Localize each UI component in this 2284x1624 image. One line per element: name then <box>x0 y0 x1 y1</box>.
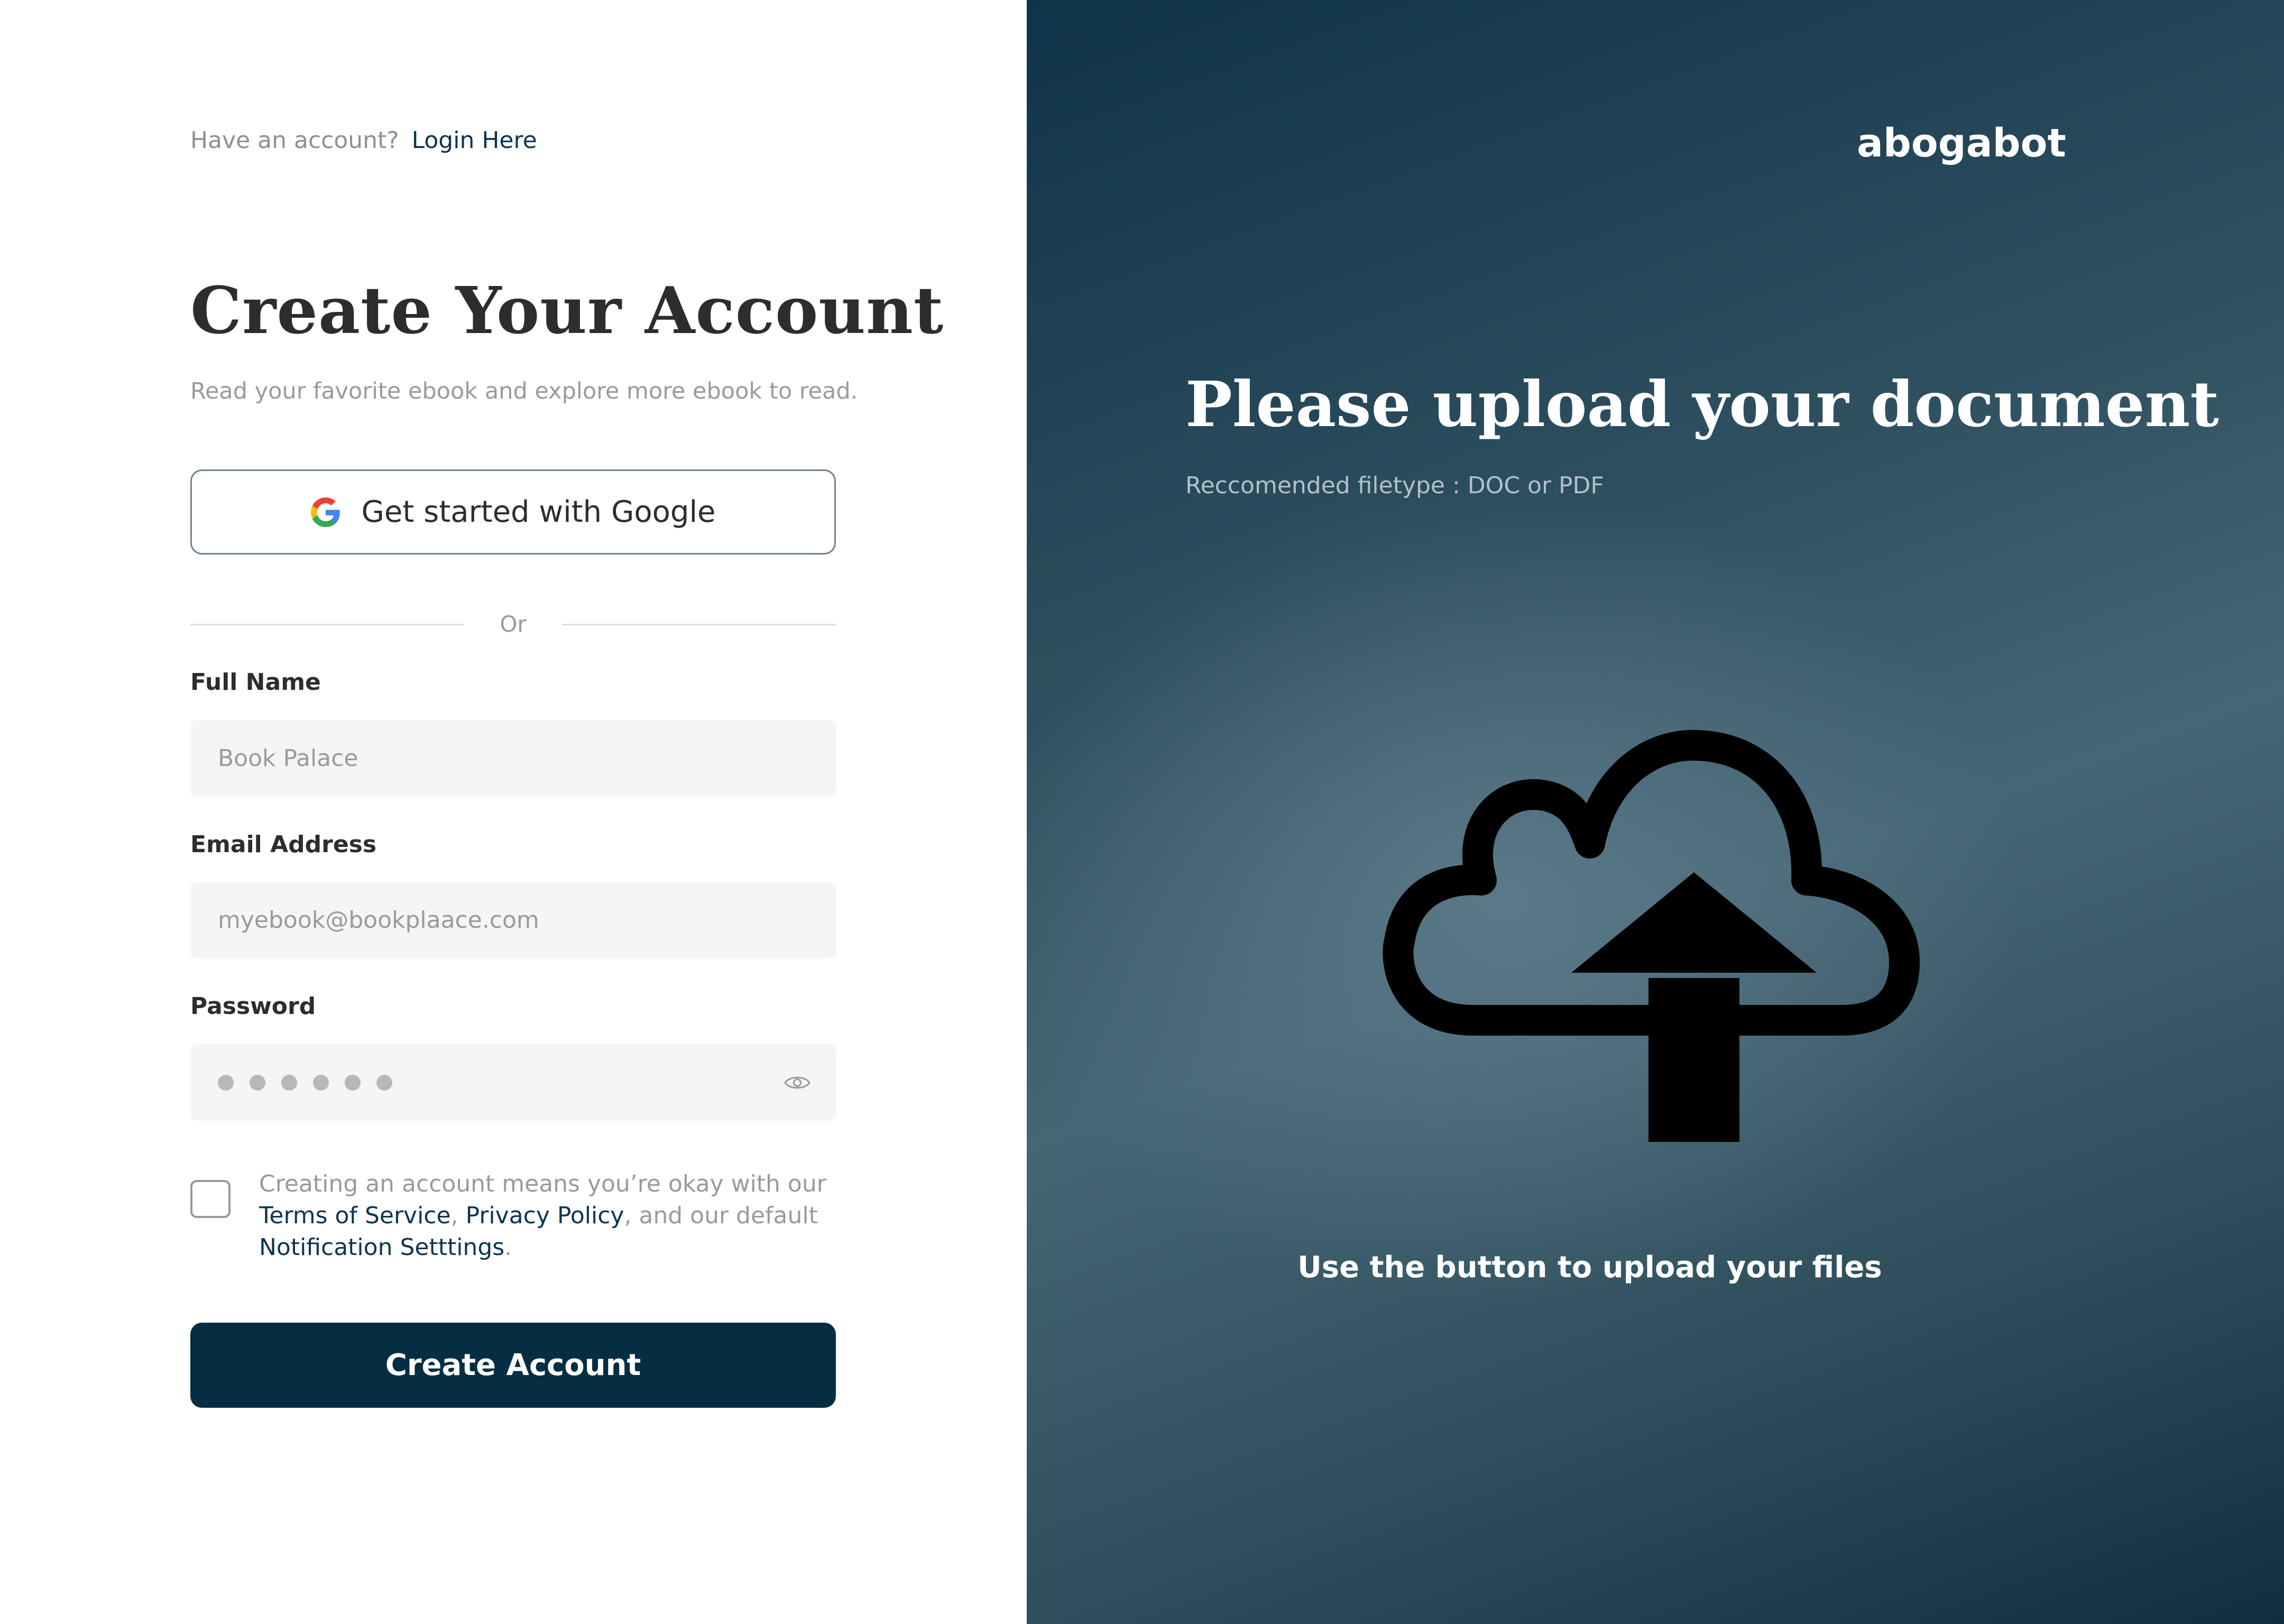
password-dot <box>376 1074 392 1091</box>
upload-title: Please upload your document <box>1185 367 2219 441</box>
filetype-note: Reccomended filetype : DOC or PDF <box>1185 472 1604 499</box>
google-icon <box>310 497 340 527</box>
divider-line-right <box>562 624 836 625</box>
terms-suffix: . <box>504 1234 512 1261</box>
login-link[interactable]: Login Here <box>412 127 537 154</box>
google-button-label: Get started with Google <box>361 495 716 529</box>
password-dot <box>218 1074 234 1091</box>
terms-prefix: Creating an account means you’re okay wi… <box>259 1170 826 1197</box>
password-dot <box>250 1074 265 1091</box>
full-name-label: Full Name <box>190 669 321 696</box>
email-placeholder: myebook@bookplaace.com <box>218 907 539 934</box>
eye-icon[interactable] <box>784 1074 811 1092</box>
terms-of-service-link[interactable]: Terms of Service <box>259 1202 451 1229</box>
have-account-text: Have an account? <box>190 127 399 154</box>
email-label: Email Address <box>190 831 377 858</box>
page-title: Create Your Account <box>190 272 944 348</box>
google-signup-button[interactable]: Get started with Google <box>190 469 836 555</box>
signup-panel: Have an account? Login Here Create Your … <box>0 0 1027 1624</box>
email-field[interactable]: myebook@bookplaace.com <box>190 882 836 958</box>
page-subtitle: Read your favorite ebook and explore mor… <box>190 378 858 404</box>
upload-hint: Use the button to upload your files <box>1297 1250 1882 1285</box>
password-field[interactable] <box>190 1044 836 1121</box>
password-dot <box>345 1074 361 1091</box>
cloud-upload-icon[interactable] <box>1376 730 1931 1142</box>
full-name-field[interactable]: Book Palace <box>190 720 836 797</box>
create-account-label: Create Account <box>385 1348 641 1382</box>
or-divider: Or <box>190 608 836 640</box>
password-mask <box>218 1074 392 1091</box>
privacy-policy-link[interactable]: Privacy Policy <box>466 1202 624 1229</box>
full-name-placeholder: Book Palace <box>218 745 358 772</box>
password-dot <box>281 1074 297 1091</box>
terms-checkbox[interactable] <box>190 1180 231 1218</box>
terms-sep: , <box>450 1202 458 1229</box>
terms-text: Creating an account means you’re okay wi… <box>259 1168 835 1263</box>
login-prompt: Have an account? Login Here <box>190 127 537 154</box>
password-label: Password <box>190 993 316 1020</box>
password-dot <box>313 1074 329 1091</box>
upload-panel: abogabot Please upload your document Rec… <box>1027 0 2284 1624</box>
notification-settings-link[interactable]: Notification Setttings <box>259 1234 504 1261</box>
brand-logo: abogabot <box>1857 121 2066 166</box>
create-account-button[interactable]: Create Account <box>190 1323 836 1408</box>
terms-middle: , and our default <box>624 1202 818 1229</box>
